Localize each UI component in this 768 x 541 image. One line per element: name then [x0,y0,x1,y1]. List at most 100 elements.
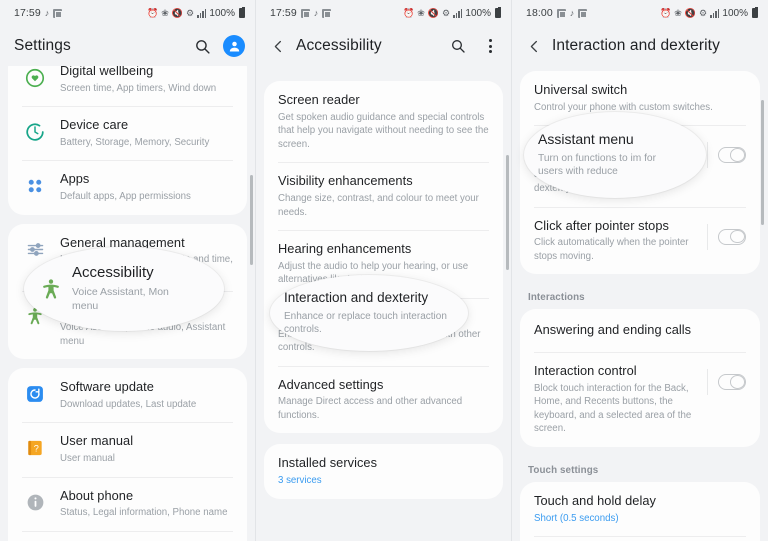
row-subtitle: Download updates, Last update [60,398,197,410]
row-subtitle: Click automatically when the pointer sto… [534,237,689,262]
section-label-touch-settings: Touch settings [528,464,599,476]
accessibility-icon [38,277,64,303]
row-subtitle: Manage Direct access and other advanced … [278,396,463,421]
image-icon [556,8,566,18]
status-time: 18:00 [526,7,553,19]
sidebar-item-apps[interactable]: Apps Default apps, App permissions [8,160,247,214]
lens-subtitle: Enhance or replace touch interaction con… [284,310,447,335]
divider [707,142,708,169]
settings-card-1: Digital wellbeing Screen time, App timer… [8,66,247,215]
screenshot-icon [53,8,63,18]
about-phone-icon [20,488,50,518]
row-title: Universal switch [534,82,628,97]
music-note-icon: ♪ [313,7,319,18]
row-subtitle: Change size, contrast, and colour to mee… [278,192,479,218]
scrollbar-settings[interactable] [250,175,253,265]
accessibility-card-2: Installed services 3 services [264,444,503,499]
row-subtitle: Control your phone with custom switches. [534,101,713,113]
list-item-touch-and-hold-delay[interactable]: Touch and hold delay Short (0.5 seconds) [520,482,760,536]
status-time: 17:59 [270,7,297,19]
sidebar-item-user-manual[interactable]: ? User manual User manual [8,422,247,476]
music-note-icon: ♪ [44,7,50,18]
list-item-advanced-settings[interactable]: Advanced settings Manage Direct access a… [264,365,503,434]
page-title: Settings [14,37,71,54]
list-item-visibility-enhancements[interactable]: Visibility enhancements Change size, con… [264,162,503,230]
sidebar-item-digital-wellbeing[interactable]: Digital wellbeing Screen time, App timer… [8,66,247,106]
lens-subtitle: Voice Assistant, Mon menu [72,286,169,312]
page-title: Interaction and dexterity [552,37,720,54]
battery-icon [752,7,758,18]
lens-title: Accessibility [72,264,154,282]
interaction-control-toggle[interactable] [718,373,746,390]
list-item-click-after-pointer-stops[interactable]: Click after pointer stops Click automati… [520,206,760,275]
assistant-menu-toggle[interactable] [718,147,746,164]
row-title: About phone [60,487,134,503]
scrollbar-accessibility[interactable] [506,155,509,270]
row-subtitle: User manual [60,453,115,464]
row-subtitle: Get spoken audio guidance and special co… [278,111,489,150]
battery-percent: 100% [465,7,491,19]
magnifier-lens-accessibility: Accessibility Voice Assistant, Mon menu [24,247,224,331]
mute-icon: 🔇 [684,7,696,18]
lens-title: Assistant menu [538,131,634,148]
scrollbar-interaction[interactable] [761,100,764,225]
signal-icon [710,8,720,18]
app-bar-accessibility: Accessibility [256,26,511,66]
battery-percent: 100% [209,7,235,19]
sidebar-item-about-phone[interactable]: About phone Status, Legal information, P… [8,476,247,531]
back-icon[interactable] [268,36,288,56]
mute-icon: 🔇 [427,7,439,18]
bluetooth-icon: ❀ [161,7,169,18]
row-title: Hearing enhancements [278,241,412,257]
search-icon[interactable] [191,35,213,57]
list-item-interaction-control[interactable]: Interaction control Block touch interact… [520,351,760,447]
row-subtitle: Block touch interaction for the Back, Ho… [534,382,692,435]
divider [707,223,708,250]
apps-icon [20,171,50,201]
image-icon [300,8,310,18]
signal-icon [197,8,207,18]
sidebar-item-software-update[interactable]: Software update Download updates, Last u… [8,368,247,422]
row-subtitle: Battery, Storage, Memory, Security [60,136,210,148]
status-bar: 17:59 ♪ ⏰ ❀ 🔇 ⚙ 100% [256,0,511,26]
status-bar-right: ⏰ ❀ 🔇 ⚙ 100% [660,7,758,19]
status-bar-left: 17:59 ♪ [14,7,63,19]
battery-icon [239,7,245,18]
list-item-screen-reader[interactable]: Screen reader Get spoken audio guidance … [264,81,503,162]
lens-title: Interaction and dexterity [284,289,429,305]
bluetooth-icon: ❀ [417,7,425,18]
status-time: 17:59 [14,7,41,19]
device-care-icon [20,117,50,147]
row-right [697,363,746,395]
app-bar-settings: Settings [0,26,255,66]
list-item-answering-and-ending-calls[interactable]: Answering and ending calls [520,309,760,352]
row-title: User manual [60,433,134,449]
row-subtitle: 3 services [278,475,322,487]
lens-subtitle: Turn on functions to im for users with r… [538,152,656,178]
click-after-pointer-stops-toggle[interactable] [718,228,746,245]
alarm-icon: ⏰ [402,7,415,18]
row-title: Screen reader [278,92,360,107]
music-note-icon: ♪ [569,7,575,18]
digital-wellbeing-icon [20,66,50,93]
sidebar-item-developer-options[interactable]: Developer options Developer options [8,530,247,541]
row-subtitle: Screen time, App timers, Wind down [60,82,217,94]
list-item-tap-duration[interactable]: Tap duration Set how long an interaction… [520,536,760,541]
row-right [697,218,746,250]
row-title: Device care [60,117,129,133]
status-bar-right: ⏰ ❀ 🔇 ⚙ 100% [146,7,245,19]
sidebar-item-device-care[interactable]: Device care Battery, Storage, Memory, Se… [8,106,247,160]
list-item-installed-services[interactable]: Installed services 3 services [264,444,503,498]
account-avatar[interactable] [223,35,245,57]
page-title: Accessibility [296,37,382,54]
back-icon[interactable] [524,36,544,56]
row-title: Touch and hold delay [534,492,656,508]
search-icon[interactable] [447,35,469,57]
more-options-icon[interactable] [479,35,501,57]
divider [707,368,708,395]
settings-card-3: Software update Download updates, Last u… [8,368,247,541]
app-bar-interaction: Interaction and dexterity [512,26,768,66]
nfc-icon: ⚙ [185,7,195,18]
interaction-card-3: Touch and hold delay Short (0.5 seconds)… [520,481,760,541]
alarm-icon: ⏰ [146,7,159,18]
